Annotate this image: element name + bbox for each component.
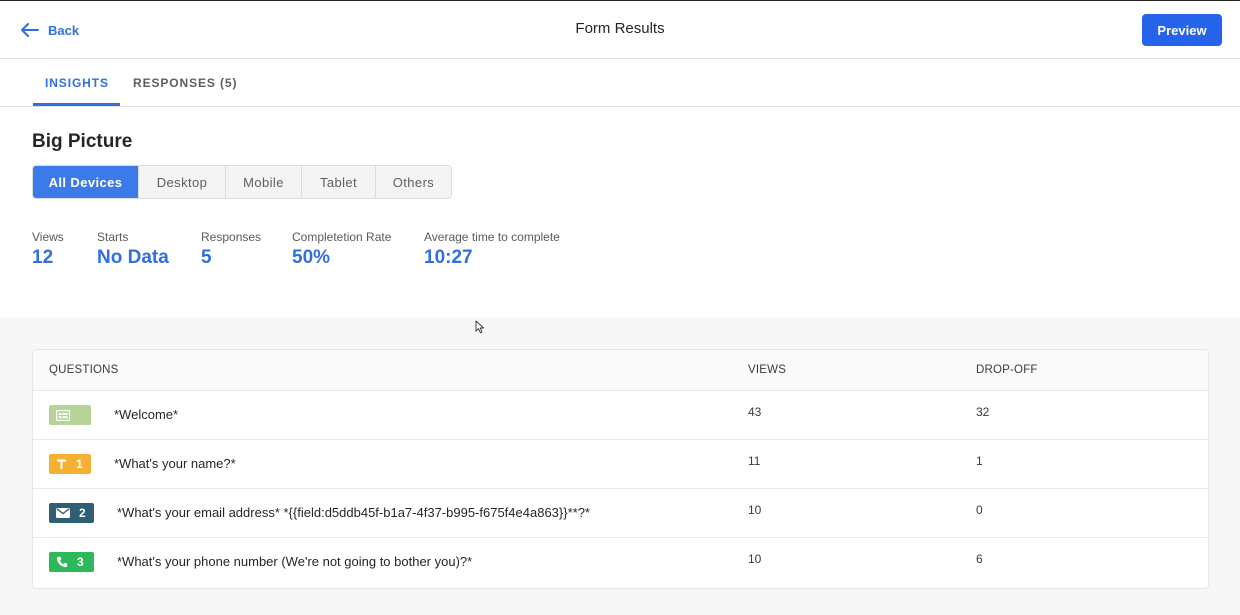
- text-icon: [56, 459, 67, 470]
- device-tablet-button[interactable]: Tablet: [301, 166, 375, 198]
- section-title: Big Picture: [32, 131, 133, 152]
- question-number: 2: [79, 506, 86, 520]
- dropoff-value: 32: [976, 405, 990, 419]
- stat-label: Starts: [97, 230, 129, 244]
- stat-value: 5: [201, 247, 212, 268]
- device-filter: All Devices Desktop Mobile Tablet Others: [32, 165, 452, 199]
- device-mobile-button[interactable]: Mobile: [225, 166, 301, 198]
- stat-label: Average time to complete: [424, 230, 560, 244]
- tab-responses[interactable]: RESPONSES (5): [133, 59, 237, 107]
- device-others-button[interactable]: Others: [375, 166, 451, 198]
- question-number: 3: [77, 555, 84, 569]
- stat-label: Views: [32, 230, 64, 244]
- phone-icon: [56, 556, 68, 568]
- dropoff-value: 6: [976, 552, 983, 566]
- tab-insights[interactable]: INSIGHTS: [45, 59, 109, 107]
- table-header: QUESTIONS VIEWS DROP-OFF: [33, 350, 1208, 391]
- question-text: *What's your name?*: [114, 456, 236, 471]
- stat-label: Responses: [201, 230, 262, 244]
- question-type-badge: 1: [49, 454, 91, 474]
- stat-value: 50%: [292, 247, 331, 268]
- active-tab-indicator: [33, 103, 120, 106]
- question-type-badge: [49, 405, 91, 425]
- table-row[interactable]: 1 *What's your name?* 11 1: [33, 440, 1208, 489]
- question-text: *What's your email address* *{{field:d5d…: [117, 505, 590, 520]
- question-type-badge: 2: [49, 503, 94, 523]
- table-row[interactable]: 3 *What's your phone number (We're not g…: [33, 538, 1208, 587]
- results-tabs: INSIGHTS RESPONSES (5): [0, 59, 1240, 107]
- question-text: *What's your phone number (We're not goi…: [117, 554, 473, 569]
- email-icon: [56, 508, 70, 518]
- top-bar: Back Form Results Preview: [0, 0, 1240, 59]
- stat-value: 10:27: [424, 247, 473, 268]
- table-row[interactable]: 2 *What's your email address* *{{field:d…: [33, 489, 1208, 538]
- views-value: 10: [748, 552, 762, 566]
- views-value: 10: [748, 503, 762, 517]
- welcome-icon: [56, 409, 70, 421]
- page-title: Form Results: [575, 20, 665, 37]
- questions-table: QUESTIONS VIEWS DROP-OFF *Welcome* 43 32: [32, 349, 1209, 589]
- big-picture-section: Big Picture All Devices Desktop Mobile T…: [0, 107, 1240, 317]
- column-header-dropoff: DROP-OFF: [976, 364, 1038, 376]
- device-all-button[interactable]: All Devices: [33, 166, 138, 198]
- stat-views: Views 12: [32, 230, 64, 269]
- preview-button[interactable]: Preview: [1142, 14, 1222, 46]
- stat-responses: Responses 5: [201, 230, 261, 269]
- question-type-badge: 3: [49, 552, 94, 572]
- views-value: 43: [748, 405, 762, 419]
- mouse-cursor-icon: [475, 320, 485, 339]
- question-number: 1: [76, 457, 83, 471]
- stat-value: No Data: [97, 247, 169, 268]
- stat-value: 12: [32, 247, 54, 268]
- question-text: *Welcome*: [114, 407, 179, 422]
- column-header-views: VIEWS: [748, 364, 787, 376]
- stat-starts: Starts No Data: [97, 230, 169, 269]
- device-desktop-button[interactable]: Desktop: [138, 166, 225, 198]
- table-row[interactable]: *Welcome* 43 32: [33, 391, 1208, 440]
- stat-average-time: Average time to complete 10:27: [424, 230, 560, 269]
- views-value: 11: [748, 454, 761, 468]
- stat-completion-rate: Completetion Rate 50%: [292, 230, 391, 269]
- stat-label: Completetion Rate: [292, 230, 392, 244]
- column-header-questions: QUESTIONS: [49, 364, 119, 376]
- dropoff-value: 0: [976, 503, 983, 517]
- dropoff-value: 1: [976, 454, 983, 468]
